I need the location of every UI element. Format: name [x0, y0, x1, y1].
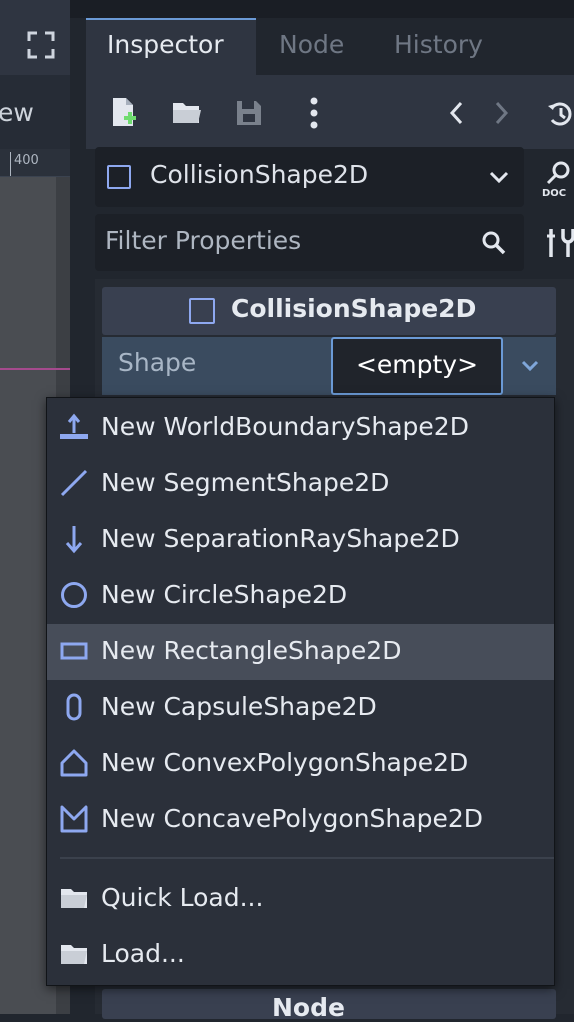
- world-boundary-icon: [60, 413, 88, 439]
- save-icon[interactable]: [235, 99, 263, 127]
- object-history-icon[interactable]: [546, 100, 574, 128]
- menu-item-capsule-shape[interactable]: New CapsuleShape2D: [47, 680, 554, 736]
- node-selector-label[interactable]: CollisionShape2D: [150, 160, 368, 189]
- folder-icon: [61, 889, 87, 908]
- concave-polygon-icon: [60, 805, 88, 833]
- tab-history[interactable]: History: [394, 30, 483, 59]
- new-resource-icon[interactable]: [111, 96, 137, 128]
- menu-item-quick-load[interactable]: Quick Load...: [47, 871, 554, 927]
- menu-item-label: New SeparationRayShape2D: [101, 524, 460, 553]
- chevron-down-icon[interactable]: [521, 360, 539, 372]
- ruler-tick: [10, 152, 11, 176]
- menu-item-label: New WorldBoundaryShape2D: [101, 412, 469, 441]
- menu-item-label: Quick Load...: [101, 883, 264, 912]
- dock-top-bar: [70, 0, 574, 18]
- menu-item-label: New CircleShape2D: [101, 580, 348, 609]
- chevron-down-icon[interactable]: [489, 170, 509, 184]
- menu-item-separation-ray-shape[interactable]: New SeparationRayShape2D: [47, 512, 554, 568]
- menu-item-load[interactable]: Load...: [47, 927, 554, 983]
- rectangle-shape-icon: [107, 165, 131, 189]
- circle-icon: [61, 582, 87, 608]
- view-menu-button[interactable]: ew: [0, 98, 34, 127]
- history-forward-icon[interactable]: [494, 100, 510, 126]
- segment-icon: [60, 469, 88, 497]
- more-options-icon[interactable]: [307, 96, 321, 130]
- menu-item-label: New SegmentShape2D: [101, 468, 390, 497]
- ruler-label: 400: [14, 153, 39, 168]
- capsule-icon: [66, 693, 82, 721]
- history-back-icon[interactable]: [448, 100, 464, 126]
- shape-value[interactable]: <empty>: [331, 350, 503, 379]
- menu-item-label: Load...: [101, 939, 185, 968]
- property-label: Shape: [118, 348, 197, 377]
- menu-item-label: New RectangleShape2D: [101, 636, 402, 665]
- filter-properties-input[interactable]: [105, 226, 465, 255]
- menu-separator: [60, 857, 554, 859]
- menu-item-concave-polygon-shape[interactable]: New ConcavePolygonShape2D: [47, 792, 554, 848]
- tab-inspector-label[interactable]: Inspector: [107, 30, 224, 59]
- menu-item-label: New CapsuleShape2D: [101, 692, 377, 721]
- separation-ray-icon: [65, 526, 83, 554]
- viewport-guide-line: [0, 368, 70, 370]
- search-icon: [482, 231, 506, 255]
- node-section-title: Node: [272, 993, 345, 1022]
- section-title: CollisionShape2D: [231, 294, 477, 323]
- menu-item-world-boundary-shape[interactable]: New WorldBoundaryShape2D: [47, 400, 554, 456]
- tab-node[interactable]: Node: [279, 30, 344, 59]
- open-docs-icon[interactable]: DOC: [541, 158, 574, 198]
- svg-text:DOC: DOC: [542, 188, 566, 198]
- menu-item-label: New ConcavePolygonShape2D: [101, 804, 483, 833]
- menu-item-circle-shape[interactable]: New CircleShape2D: [47, 568, 554, 624]
- inspector-tools-icon[interactable]: [544, 226, 574, 260]
- distraction-free-icon[interactable]: [26, 30, 56, 60]
- rectangle-icon: [60, 642, 88, 660]
- rectangle-shape-icon: [189, 298, 215, 324]
- open-folder-icon[interactable]: [171, 99, 203, 127]
- menu-item-rectangle-shape[interactable]: New RectangleShape2D: [47, 624, 554, 680]
- folder-icon: [61, 945, 87, 964]
- menu-item-segment-shape[interactable]: New SegmentShape2D: [47, 456, 554, 512]
- menu-item-convex-polygon-shape[interactable]: New ConvexPolygonShape2D: [47, 736, 554, 792]
- convex-polygon-icon: [60, 749, 88, 777]
- menu-item-label: New ConvexPolygonShape2D: [101, 748, 469, 777]
